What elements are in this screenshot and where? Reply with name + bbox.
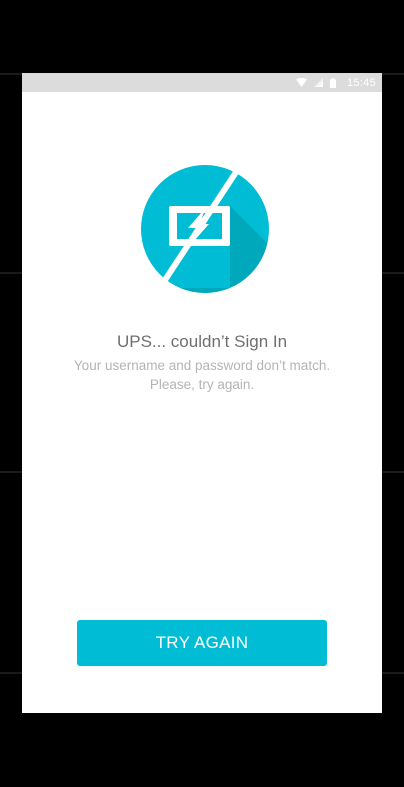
error-message-line: Your username and password don’t match. xyxy=(73,358,331,373)
app-screen: 15:45 UPS... couldn’t Sign In Your usern… xyxy=(22,73,382,713)
bezel-divider xyxy=(0,73,22,75)
error-message-line: Please, try again. xyxy=(149,377,255,392)
bezel-divider xyxy=(382,272,404,274)
bezel-divider xyxy=(382,73,404,75)
battery-icon xyxy=(329,77,336,88)
error-title: UPS... couldn’t Sign In xyxy=(116,332,288,351)
bezel-divider xyxy=(382,672,404,674)
bezel-divider xyxy=(0,272,22,274)
status-bar: 15:45 xyxy=(22,73,382,92)
phone-device-frame: 15:45 UPS... couldn’t Sign In Your usern… xyxy=(0,0,404,787)
status-icons: 15:45 xyxy=(295,73,376,92)
bezel-divider xyxy=(0,471,22,473)
status-time: 15:45 xyxy=(346,76,376,89)
signal-icon xyxy=(313,78,323,87)
bezel-divider xyxy=(0,672,22,674)
no-charge-icon xyxy=(132,158,278,326)
bezel-divider xyxy=(382,471,404,473)
wifi-icon xyxy=(295,78,307,87)
try-again-button[interactable]: TRY AGAIN xyxy=(77,620,327,666)
error-message: Your username and password don’t match. … xyxy=(42,356,362,394)
